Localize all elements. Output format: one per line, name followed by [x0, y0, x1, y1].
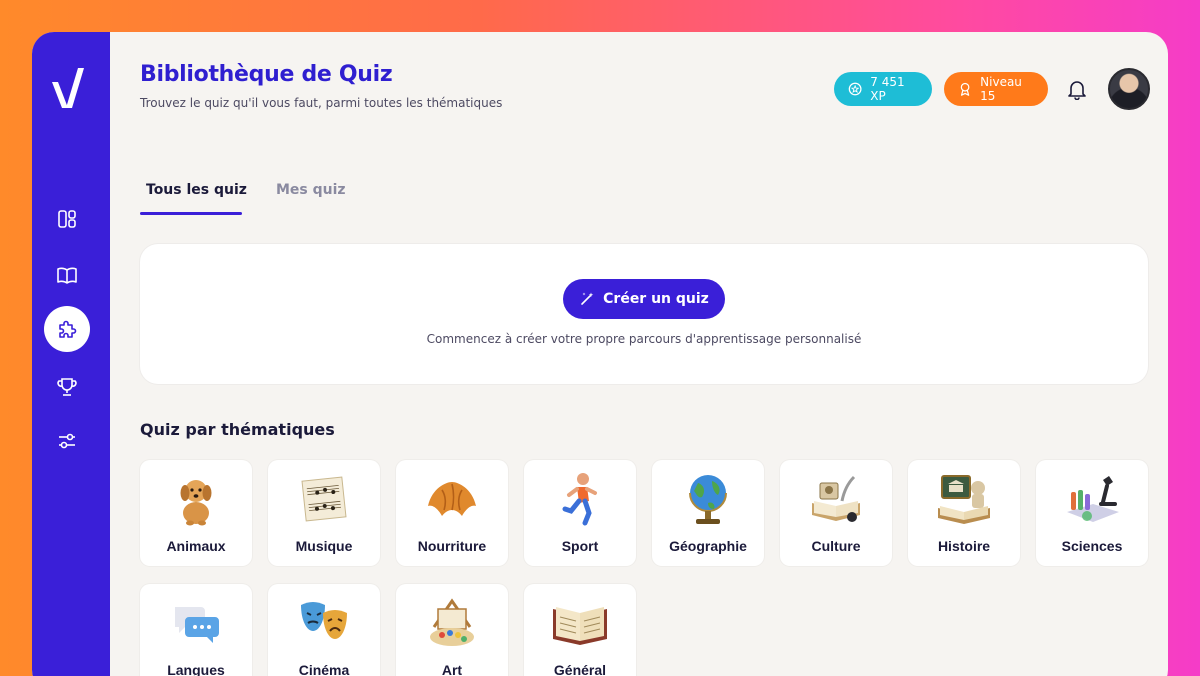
create-quiz-label: Créer un quiz: [603, 291, 709, 307]
sliders-icon: [59, 433, 75, 449]
category-tile-animaux[interactable]: Animaux: [140, 460, 252, 566]
theater-masks-icon: [301, 602, 347, 639]
globe-icon: [689, 475, 727, 524]
speech-bubbles-icon: [175, 607, 219, 643]
create-quiz-card: Créer un quiz Commencez à créer votre pr…: [140, 244, 1148, 384]
croissant-icon: [428, 482, 476, 516]
tab-all-quizzes[interactable]: Tous les quiz: [146, 182, 247, 198]
category-label: Culture: [811, 538, 861, 554]
sidebar-item-dashboard[interactable]: [48, 200, 86, 238]
book-icon: [57, 267, 77, 284]
dashboard-icon: [58, 210, 76, 228]
page-title: Bibliothèque de Quiz: [140, 62, 393, 87]
category-label: Musique: [295, 538, 353, 554]
page-subtitle: Trouvez le quiz qu'il vous faut, parmi t…: [140, 96, 503, 110]
dog-icon: [180, 480, 212, 526]
category-tile-sciences[interactable]: Sciences: [1036, 460, 1148, 566]
puzzle-icon: [59, 320, 77, 338]
level-label: Niveau 15: [980, 75, 1022, 103]
bell-icon[interactable]: [1066, 78, 1088, 100]
microscope-icon: [1067, 476, 1119, 522]
category-tile-sport[interactable]: Sport: [524, 460, 636, 566]
category-tile-art[interactable]: Art: [396, 584, 508, 676]
runner-icon: [562, 473, 597, 526]
category-label: Animaux: [166, 538, 226, 554]
category-label: Géographie: [669, 538, 747, 554]
category-tile-histoire[interactable]: Histoire: [908, 460, 1020, 566]
level-badge[interactable]: Niveau 15: [944, 72, 1048, 106]
sidebar-item-library[interactable]: [48, 256, 86, 294]
active-tab-indicator: [140, 212, 242, 215]
category-tile-geographie[interactable]: Géographie: [652, 460, 764, 566]
category-label: Sciences: [1061, 538, 1123, 554]
sheet-music-icon: [301, 476, 347, 522]
tab-my-quizzes[interactable]: Mes quiz: [276, 182, 346, 198]
open-book-icon: [553, 607, 607, 645]
section-title: Quiz par thématiques: [140, 420, 335, 439]
category-tile-cinema[interactable]: Cinéma: [268, 584, 380, 676]
category-tile-nourriture[interactable]: Nourriture: [396, 460, 508, 566]
category-tile-general[interactable]: Général: [524, 584, 636, 676]
category-label: Général: [553, 662, 607, 676]
book-quill-icon: [812, 475, 860, 522]
logo-icon[interactable]: [48, 62, 88, 114]
sidebar-item-trophies[interactable]: [48, 368, 86, 406]
category-tile-langues[interactable]: Langues: [140, 584, 252, 676]
category-label: Cinéma: [298, 662, 350, 676]
user-avatar[interactable]: [1108, 68, 1150, 110]
create-quiz-description: Commencez à créer votre propre parcours …: [426, 332, 862, 346]
category-label: Histoire: [937, 538, 991, 554]
palette-icon: [430, 598, 474, 646]
sidebar-item-quiz[interactable]: [44, 306, 90, 352]
museum-icon: [938, 475, 990, 524]
medal-icon: [960, 82, 970, 96]
app-window: Bibliothèque de Quiz Trouvez le quiz qu'…: [32, 32, 1168, 676]
xp-badge[interactable]: 7 451 XP: [834, 72, 932, 106]
magic-wand-icon: [581, 292, 594, 305]
category-label: Sport: [561, 538, 599, 554]
category-label: Art: [441, 662, 463, 676]
xp-label: 7 451 XP: [870, 75, 905, 103]
sidebar-item-settings[interactable]: [48, 422, 86, 460]
category-label: Nourriture: [417, 538, 487, 554]
category-label: Langues: [167, 662, 225, 676]
create-quiz-button[interactable]: Créer un quiz: [563, 279, 725, 319]
star-coin-icon: [848, 82, 862, 96]
trophy-icon: [57, 378, 77, 396]
category-tile-musique[interactable]: Musique: [268, 460, 380, 566]
category-tile-culture[interactable]: Culture: [780, 460, 892, 566]
sidebar: [32, 32, 110, 676]
